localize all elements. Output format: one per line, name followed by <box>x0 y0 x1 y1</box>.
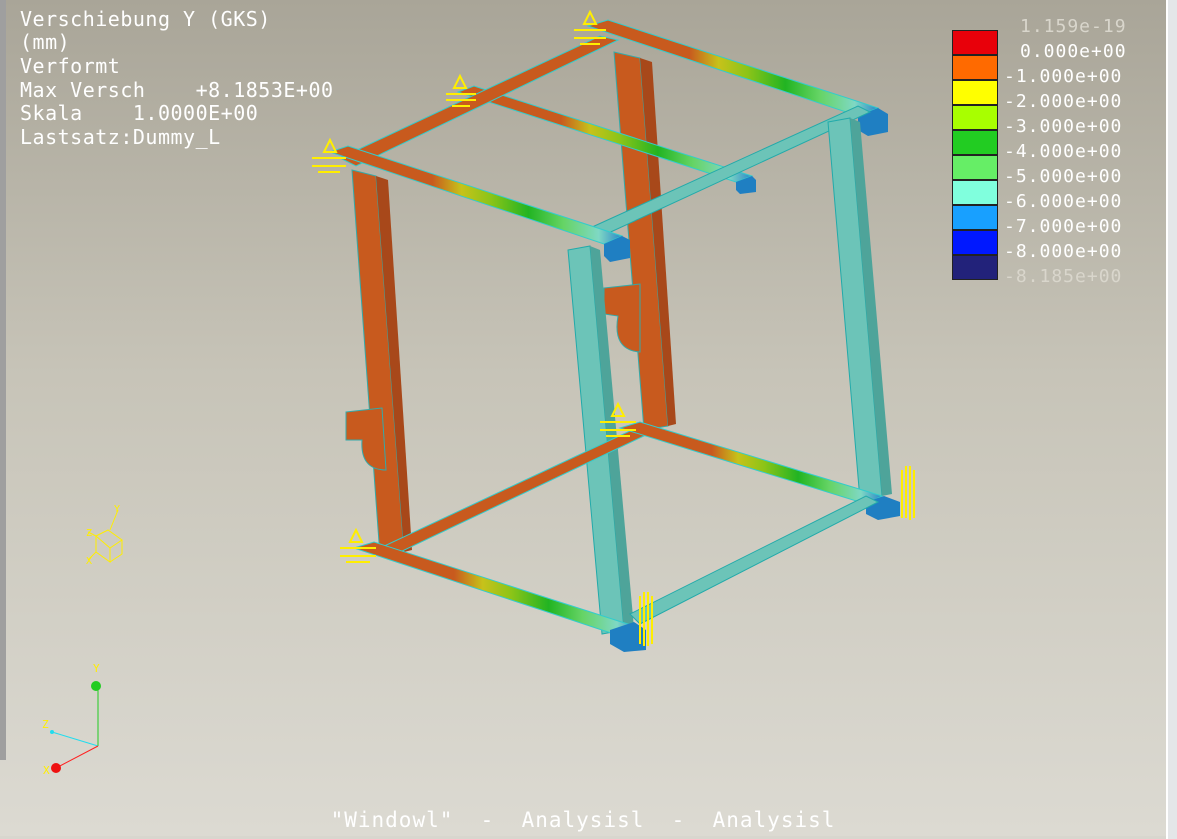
cube-axis-y: Y <box>114 504 120 515</box>
triad-axis-y: Y <box>93 662 100 675</box>
left-window-edge <box>0 0 6 760</box>
teal-post-back <box>827 117 892 501</box>
coordinate-system-cube-icon <box>87 509 123 563</box>
cube-axis-x: X <box>86 556 92 567</box>
triad-axis-x: X <box>43 764 50 777</box>
cube-axis-z: Z <box>86 528 92 539</box>
right-window-frame <box>1166 0 1177 839</box>
graphics-viewport[interactable]: Verschiebung Y (GKS) (mm) Verformt Max V… <box>0 0 1166 836</box>
axis-triad <box>50 681 101 773</box>
orange-post-left <box>345 169 412 557</box>
top-cross-beam-left <box>338 35 620 167</box>
bottom-cross-beam-right <box>629 495 880 625</box>
frame-model-view[interactable]: Y Z X Y Z X <box>0 0 1166 836</box>
triad-axis-z: Z <box>42 718 49 731</box>
window-title-footer: "Windowl" - Analysisl - Analysisl <box>330 808 836 832</box>
constraint-icon <box>901 466 915 520</box>
